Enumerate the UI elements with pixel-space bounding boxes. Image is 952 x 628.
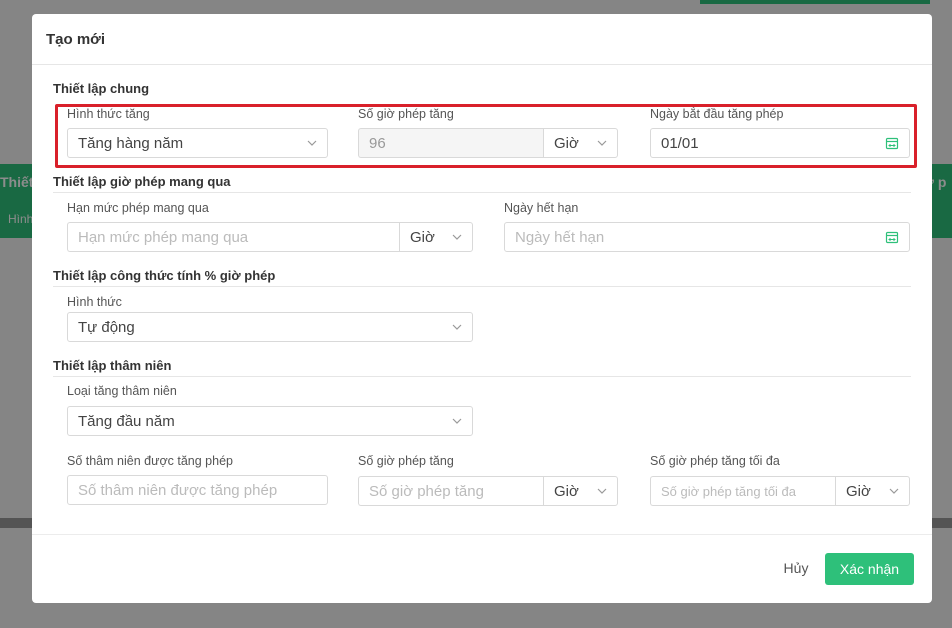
confirm-button[interactable]: Xác nhận	[825, 553, 914, 585]
seniority-max-placeholder: Số giờ phép tăng tối đa	[661, 483, 797, 499]
seniority-type-label: Loại tăng thâm niên	[67, 384, 177, 398]
modal-header: Tạo mới	[32, 14, 932, 65]
section-general-title: Thiết lập chung	[53, 81, 150, 96]
carry-unit-select[interactable]: Giờ	[399, 222, 473, 252]
increase-type-label: Hình thức tăng	[67, 107, 150, 121]
expiry-date-input[interactable]: Ngày hết hạn	[504, 222, 910, 252]
hours-unit-select[interactable]: Giờ	[543, 128, 618, 158]
carry-unit-value: Giờ	[410, 228, 435, 246]
formula-type-label: Hình thức	[67, 295, 122, 309]
calendar-icon[interactable]	[885, 230, 899, 244]
formula-type-value: Tự động	[78, 318, 135, 336]
seniority-hours-label: Số giờ phép tăng	[358, 454, 454, 468]
chevron-down-icon	[889, 488, 899, 494]
hours-increase-value: 96	[369, 134, 386, 152]
section-formula-title: Thiết lập công thức tính % giờ phép	[53, 268, 276, 283]
seniority-years-input[interactable]: Số thâm niên được tăng phép	[67, 475, 328, 505]
chevron-down-icon	[452, 234, 462, 240]
start-date-value: 01/01	[661, 134, 699, 152]
seniority-years-placeholder: Số thâm niên được tăng phép	[78, 481, 278, 499]
increase-type-value: Tăng hàng năm	[78, 134, 184, 152]
carry-limit-placeholder: Hạn mức phép mang qua	[78, 228, 249, 246]
formula-type-select[interactable]: Tự động	[67, 312, 473, 342]
chevron-down-icon	[597, 140, 607, 146]
seniority-years-label: Số thâm niên được tăng phép	[67, 454, 233, 468]
carry-limit-label: Hạn mức phép mang qua	[67, 201, 209, 215]
section-carry-over-title: Thiết lập giờ phép mang qua	[53, 174, 231, 189]
chevron-down-icon	[597, 488, 607, 494]
seniority-max-unit-select[interactable]: Giờ	[835, 476, 910, 506]
chevron-down-icon	[452, 418, 462, 424]
expiry-date-placeholder: Ngày hết hạn	[515, 228, 605, 246]
cancel-button[interactable]: Hủy	[772, 551, 820, 585]
seniority-max-input[interactable]: Số giờ phép tăng tối đa	[650, 476, 836, 506]
create-modal: Tạo mới Thiết lập chung Hình thức tăng T…	[32, 14, 932, 603]
hours-increase-input[interactable]: 96	[358, 128, 544, 158]
section-divider	[53, 192, 911, 193]
section-divider	[53, 376, 911, 377]
chevron-down-icon	[307, 140, 317, 146]
modal-title: Tạo mới	[46, 30, 106, 48]
seniority-hours-input[interactable]: Số giờ phép tăng	[358, 476, 544, 506]
expiry-date-label: Ngày hết hạn	[504, 201, 579, 215]
seniority-type-value: Tăng đầu năm	[78, 412, 175, 430]
calendar-icon[interactable]	[885, 136, 899, 150]
seniority-hours-unit-value: Giờ	[554, 482, 579, 500]
increase-type-select[interactable]: Tăng hàng năm	[67, 128, 328, 158]
hours-unit-value: Giờ	[554, 134, 579, 152]
seniority-hours-placeholder: Số giờ phép tăng	[369, 482, 484, 500]
section-seniority-title: Thiết lập thâm niên	[53, 358, 172, 373]
start-date-label: Ngày bắt đầu tăng phép	[650, 107, 784, 121]
seniority-hours-unit-select[interactable]: Giờ	[543, 476, 618, 506]
footer-divider	[32, 534, 932, 535]
hours-increase-label: Số giờ phép tăng	[358, 107, 454, 121]
seniority-type-select[interactable]: Tăng đầu năm	[67, 406, 473, 436]
carry-limit-input[interactable]: Hạn mức phép mang qua	[67, 222, 400, 252]
seniority-max-unit-value: Giờ	[846, 482, 871, 500]
start-date-input[interactable]: 01/01	[650, 128, 910, 158]
chevron-down-icon	[452, 324, 462, 330]
section-divider	[53, 286, 911, 287]
seniority-max-label: Số giờ phép tăng tối đa	[650, 454, 780, 468]
